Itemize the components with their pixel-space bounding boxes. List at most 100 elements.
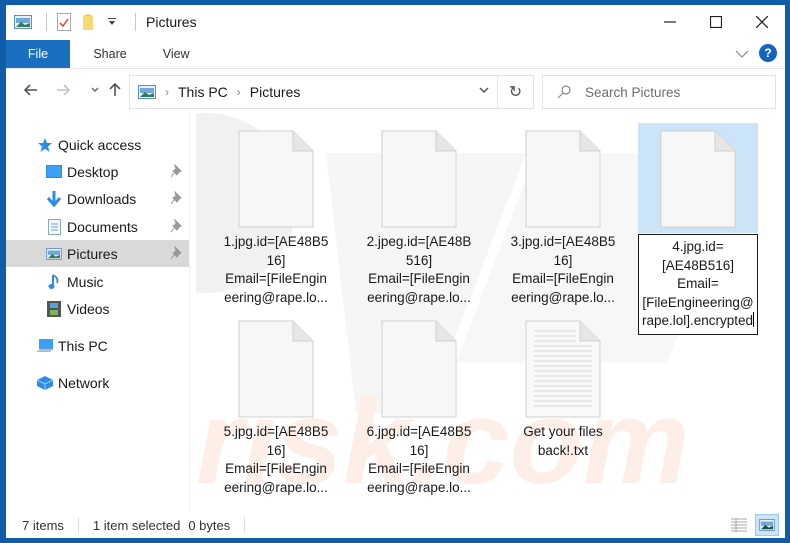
breadcrumb-pictures[interactable]: Pictures [250, 84, 301, 100]
address-bar[interactable]: › This PC › Pictures ↻ [129, 75, 534, 109]
pictures-folder-icon[interactable] [14, 13, 32, 31]
star-icon [36, 136, 54, 154]
file-name-line: eering@rape.lo... [224, 289, 328, 305]
tab-share[interactable]: Share [75, 40, 144, 68]
selection-size: 0 bytes [188, 517, 231, 533]
selection-count: 1 item selected [92, 517, 181, 533]
file-name-line: Email=[FileEngin [225, 461, 327, 476]
sidebar-item-label: Network [58, 374, 110, 391]
ribbon-divider [6, 68, 785, 69]
file-name-line: 5.jpg.id=[AE48B5 [223, 424, 329, 439]
close-button[interactable] [739, 5, 785, 39]
sidebar-item-label: Downloads [67, 190, 137, 207]
file-name-line: 16] [553, 252, 573, 268]
file-name-line: [FileEngineering@ [642, 294, 754, 310]
new-folder-icon[interactable] [79, 13, 97, 31]
blank-file-icon [238, 130, 314, 228]
search-input[interactable] [585, 84, 755, 100]
refresh-icon: ↻ [508, 84, 523, 101]
minimize-button[interactable] [647, 5, 693, 39]
expand-ribbon-button[interactable] [735, 46, 749, 61]
pin-icon[interactable] [170, 218, 183, 236]
quick-access-toolbar: Pictures [6, 5, 197, 39]
file-name-line: eering@rape.lo... [367, 289, 471, 305]
file-name-line: 4.jpg.id= [672, 239, 724, 254]
sidebar-item-label: Pictures [67, 245, 118, 262]
rename-textbox[interactable]: 4.jpg.id= [AE48B516] Email= [FileEnginee… [638, 234, 758, 335]
item-count: 7 items [22, 517, 64, 533]
sidebar-item-label: Documents [67, 218, 138, 235]
sidebar-item-documents[interactable]: Documents [6, 213, 189, 240]
file-item[interactable]: 2.jpeg.id=[AE48B 516] Email=[FileEngin e… [359, 123, 479, 307]
sidebar-item-videos[interactable]: Videos [6, 295, 189, 322]
file-icon-container [503, 313, 623, 423]
status-divider [77, 517, 79, 533]
properties-icon[interactable] [55, 13, 73, 31]
sidebar-item-network[interactable]: Network [6, 369, 189, 396]
minimize-icon [664, 21, 676, 23]
pin-icon[interactable] [170, 163, 183, 181]
tab-file[interactable]: File [6, 40, 70, 68]
file-name: 1.jpg.id=[AE48B5 16] Email=[FileEngin ee… [216, 233, 336, 307]
arrow-up-icon [109, 83, 121, 96]
file-item[interactable]: Get your files back!.txt [503, 313, 623, 460]
file-name: 5.jpg.id=[AE48B5 16] Email=[FileEngin ee… [216, 423, 336, 497]
sidebar-item-downloads[interactable]: Downloads [6, 185, 189, 212]
customize-dropdown-icon[interactable] [103, 13, 121, 31]
blank-file-icon [381, 320, 457, 418]
sidebar-item-quick-access[interactable]: Quick access [6, 131, 189, 158]
back-button[interactable] [20, 79, 42, 101]
refresh-button[interactable]: ↻ [497, 76, 533, 108]
details-view-icon [731, 518, 747, 532]
file-icon-container [216, 123, 336, 233]
up-button[interactable] [104, 79, 126, 101]
search-icon [557, 85, 571, 99]
file-name-line: 1.jpg.id=[AE48B5 [223, 234, 329, 249]
window-title: Pictures [146, 14, 197, 30]
file-name: 2.jpeg.id=[AE48B 516] Email=[FileEngin e… [359, 233, 479, 307]
breadcrumb-this-pc[interactable]: This PC [178, 84, 228, 100]
file-name-line: Email=[FileEngin [368, 271, 470, 286]
recent-locations-button[interactable] [84, 79, 106, 101]
file-name-line: rape.lol].encrypted [641, 313, 754, 328]
blank-file-icon [238, 320, 314, 418]
file-name-line: 6.jpg.id=[AE48B5 [366, 424, 472, 439]
large-icons-view-button[interactable] [755, 514, 779, 536]
pin-icon[interactable] [170, 245, 183, 263]
pictures-location-icon [138, 85, 156, 99]
chevron-down-icon [735, 50, 749, 58]
pin-icon[interactable] [170, 190, 183, 208]
download-icon [45, 190, 63, 208]
sidebar-item-music[interactable]: Music [6, 268, 189, 295]
status-bar: 7 items 1 item selected 0 bytes [6, 512, 785, 538]
maximize-button[interactable] [693, 5, 739, 39]
file-name: 6.jpg.id=[AE48B5 16] Email=[FileEngin ee… [359, 423, 479, 497]
tab-view[interactable]: View [145, 40, 208, 68]
breadcrumb-separator-icon: › [165, 85, 169, 99]
file-item[interactable]: 3.jpg.id=[AE48B5 16] Email=[FileEngin ee… [503, 123, 623, 307]
pane-divider[interactable] [189, 113, 190, 511]
file-name-line: Get your files [523, 424, 603, 439]
file-item[interactable]: 6.jpg.id=[AE48B5 16] Email=[FileEngin ee… [359, 313, 479, 497]
help-button[interactable]: ? [759, 44, 777, 62]
file-name-line: 516] [405, 252, 433, 268]
sidebar-item-label: Videos [67, 300, 110, 317]
blank-file-icon [525, 130, 601, 228]
sidebar-item-this-pc[interactable]: This PC [6, 332, 189, 359]
blank-file-icon [381, 130, 457, 228]
search-box[interactable] [542, 75, 776, 109]
file-icon-container [216, 313, 336, 423]
file-name-line: 16] [266, 442, 286, 458]
file-icon-container [359, 123, 479, 233]
address-history-dropdown[interactable] [479, 85, 489, 97]
file-item[interactable]: 5.jpg.id=[AE48B5 16] Email=[FileEngin ee… [216, 313, 336, 497]
file-name: Get your files back!.txt [503, 423, 623, 460]
file-item-selected[interactable]: 4.jpg.id= [AE48B516] Email= [FileEnginee… [638, 123, 758, 335]
forward-button[interactable] [52, 79, 74, 101]
sidebar-item-pictures[interactable]: Pictures [6, 240, 189, 267]
sidebar-item-desktop[interactable]: Desktop [6, 158, 189, 185]
arrow-left-icon [24, 84, 37, 96]
details-view-button[interactable] [727, 514, 751, 536]
file-item[interactable]: 1.jpg.id=[AE48B5 16] Email=[FileEngin ee… [216, 123, 336, 307]
chevron-down-icon [479, 87, 489, 94]
